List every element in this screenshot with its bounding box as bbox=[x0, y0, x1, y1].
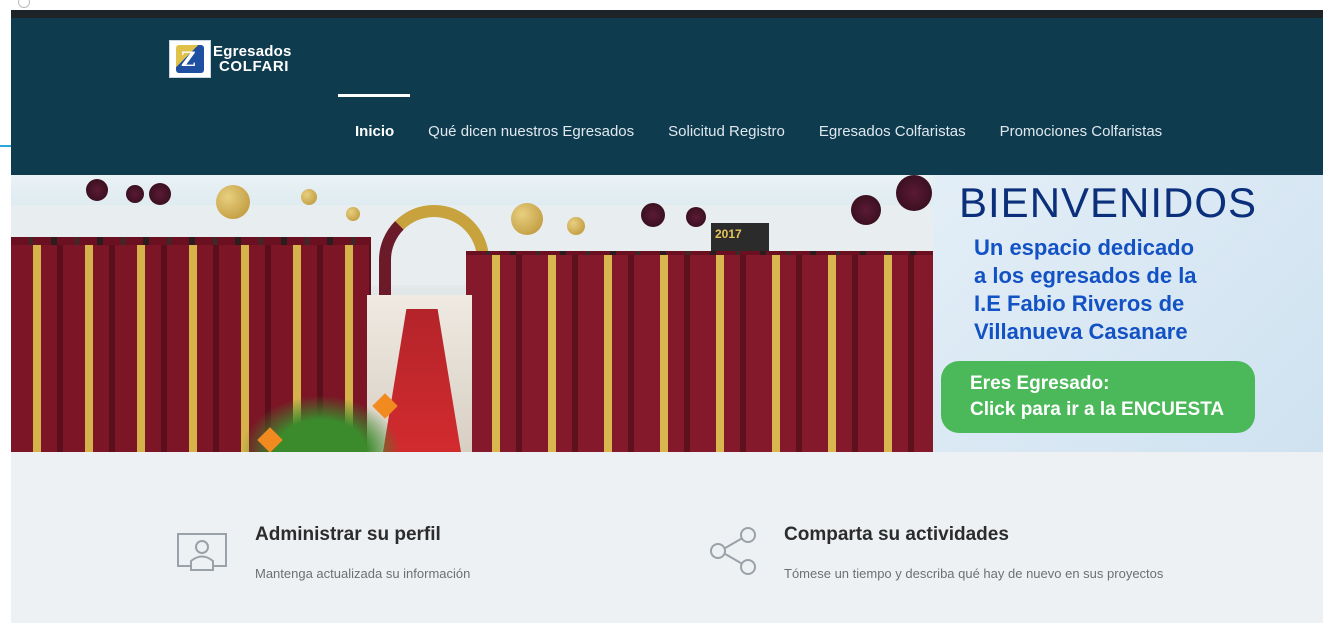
browser-top-strip bbox=[0, 0, 1323, 10]
feature-desc-profile: Mantenga actualizada su información bbox=[255, 566, 471, 581]
nav-item-promociones[interactable]: Promociones Colfaristas bbox=[983, 123, 1180, 151]
feature-title-share: Comparta su actividades bbox=[784, 524, 1009, 545]
graduation-photo: 2017 bbox=[11, 175, 933, 452]
logo-mark: Z bbox=[181, 47, 196, 71]
nav-active-indicator bbox=[338, 94, 410, 97]
feature-title-profile: Administrar su perfil bbox=[255, 524, 441, 545]
header-top-bar bbox=[11, 10, 1323, 18]
nav-item-solicitud-registro[interactable]: Solicitud Registro bbox=[651, 123, 802, 151]
logo-text-line2: COLFARI bbox=[219, 58, 290, 75]
share-icon bbox=[708, 526, 758, 581]
site-header: Z Egresados COLFARI Inicio Qué dicen nue… bbox=[11, 10, 1323, 175]
welcome-line-4: Villanueva Casanare bbox=[974, 319, 1188, 344]
nav-item-egresados-colfaristas[interactable]: Egresados Colfaristas bbox=[802, 123, 983, 151]
cta-line-1: Eres Egresado: bbox=[970, 373, 1110, 394]
logo-badge-icon: Z bbox=[169, 40, 211, 78]
cta-line-2: Click para ir a la ENCUESTA bbox=[970, 399, 1225, 420]
features-section: Administrar su perfil Mantenga actualiza… bbox=[11, 452, 1323, 623]
welcome-panel: BIENVENIDOS Un espacio dedicado a los eg… bbox=[933, 175, 1323, 452]
welcome-line-1: Un espacio dedicado bbox=[974, 235, 1195, 260]
profile-icon bbox=[176, 530, 228, 581]
nav-item-que-dicen[interactable]: Qué dicen nuestros Egresados bbox=[411, 123, 651, 151]
hero-banner: 2017 BIENVENIDOS Un espacio dedicado a l… bbox=[11, 175, 1323, 452]
main-nav: Inicio Qué dicen nuestros Egresados Soli… bbox=[338, 123, 1179, 151]
site-logo[interactable]: Z Egresados COLFARI bbox=[169, 40, 309, 80]
feature-desc-share: Tómese un tiempo y describa qué hay de n… bbox=[784, 566, 1164, 581]
nav-item-inicio[interactable]: Inicio bbox=[338, 123, 411, 151]
welcome-heading: BIENVENIDOS bbox=[959, 179, 1258, 226]
survey-cta-button[interactable]: Eres Egresado: Click para ir a la ENCUES… bbox=[941, 361, 1255, 433]
settings-icon bbox=[18, 0, 30, 8]
welcome-line-3: I.E Fabio Riveros de bbox=[974, 291, 1185, 316]
welcome-line-2: a los egresados de la bbox=[974, 263, 1197, 288]
